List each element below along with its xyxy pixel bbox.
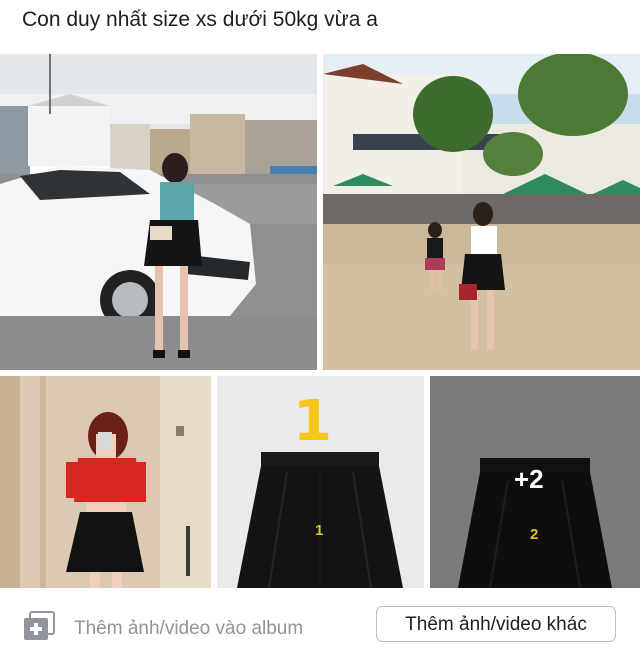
add-to-album-label: Thêm ảnh/video vào album (74, 618, 304, 639)
photo-mirror-selfie-image (0, 376, 211, 588)
album-actions-bar: Thêm ảnh/video vào album Thêm ảnh/video … (0, 596, 640, 642)
photo-woman-on-plaza-image (323, 54, 640, 370)
photo-plus-icon (22, 610, 56, 640)
skirt-1-overlay-number: 1 (293, 389, 332, 454)
photo-woman-on-plaza[interactable] (323, 54, 640, 370)
skirt-1-label: 1 (315, 522, 324, 539)
add-to-album-button[interactable]: Thêm ảnh/video vào album (22, 610, 303, 640)
add-other-media-button[interactable]: Thêm ảnh/video khác (376, 606, 616, 642)
photo-woman-with-car-image (0, 54, 317, 370)
skirt-2-label: 2 (530, 526, 539, 543)
photo-skirt-2-more[interactable]: +2 2 (430, 376, 640, 588)
post-caption: Con duy nhất size xs dưới 50kg vừa a (22, 8, 378, 31)
photo-skirt-1[interactable]: 1 1 (217, 376, 424, 588)
photo-mirror-selfie[interactable] (0, 376, 211, 588)
photo-woman-with-car[interactable] (0, 54, 317, 370)
more-photos-count: +2 (514, 464, 544, 494)
